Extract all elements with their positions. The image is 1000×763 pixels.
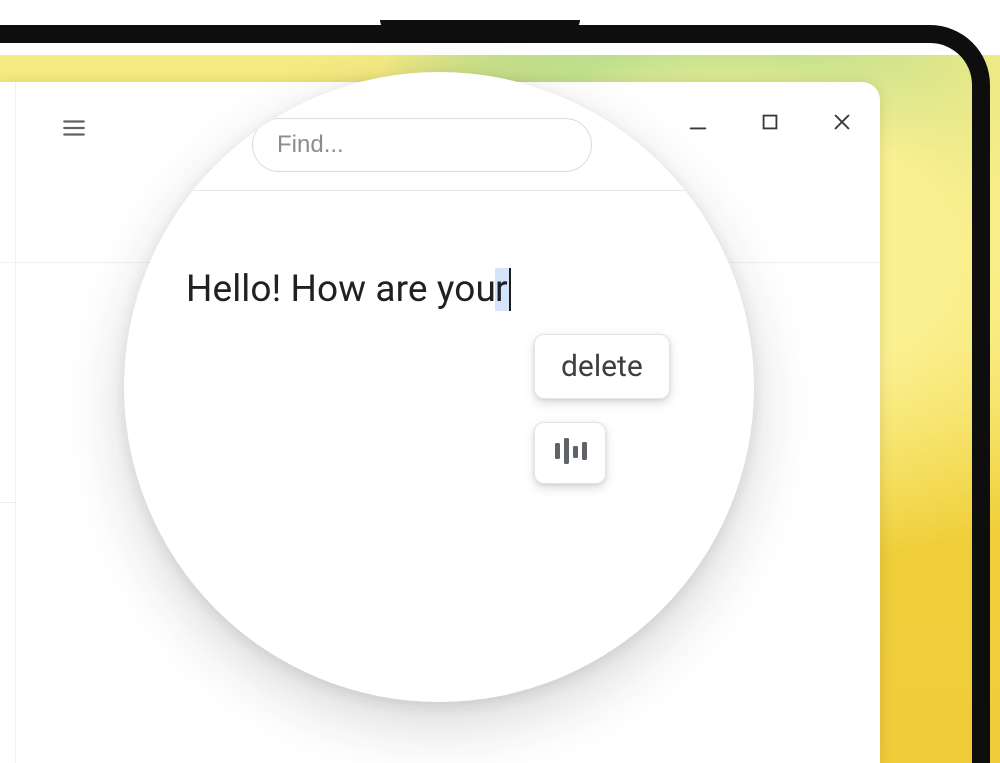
toolbar-divider: [124, 190, 754, 191]
find-field[interactable]: [252, 118, 592, 172]
editor-text-before: Hello! How are you: [186, 268, 496, 311]
left-rail: [15, 82, 16, 763]
delete-suggestion-chip[interactable]: delete: [534, 334, 670, 399]
camera-notch: [380, 20, 580, 30]
find-input[interactable]: [277, 131, 567, 159]
magnifier-lens: Hello! How are your delete: [124, 72, 754, 702]
delete-label: delete: [561, 349, 643, 384]
editor-selected-char: r: [495, 268, 511, 311]
close-icon: [831, 111, 853, 137]
menu-button[interactable]: [58, 114, 90, 146]
menu-icon: [61, 115, 87, 145]
close-button[interactable]: [828, 110, 856, 138]
maximize-button[interactable]: [756, 110, 784, 138]
rail-tick: [0, 502, 15, 503]
editor-text[interactable]: Hello! How are your: [186, 268, 511, 311]
dictate-icon: [553, 436, 587, 470]
maximize-icon: [759, 111, 781, 137]
dictation-button[interactable]: [534, 422, 606, 484]
